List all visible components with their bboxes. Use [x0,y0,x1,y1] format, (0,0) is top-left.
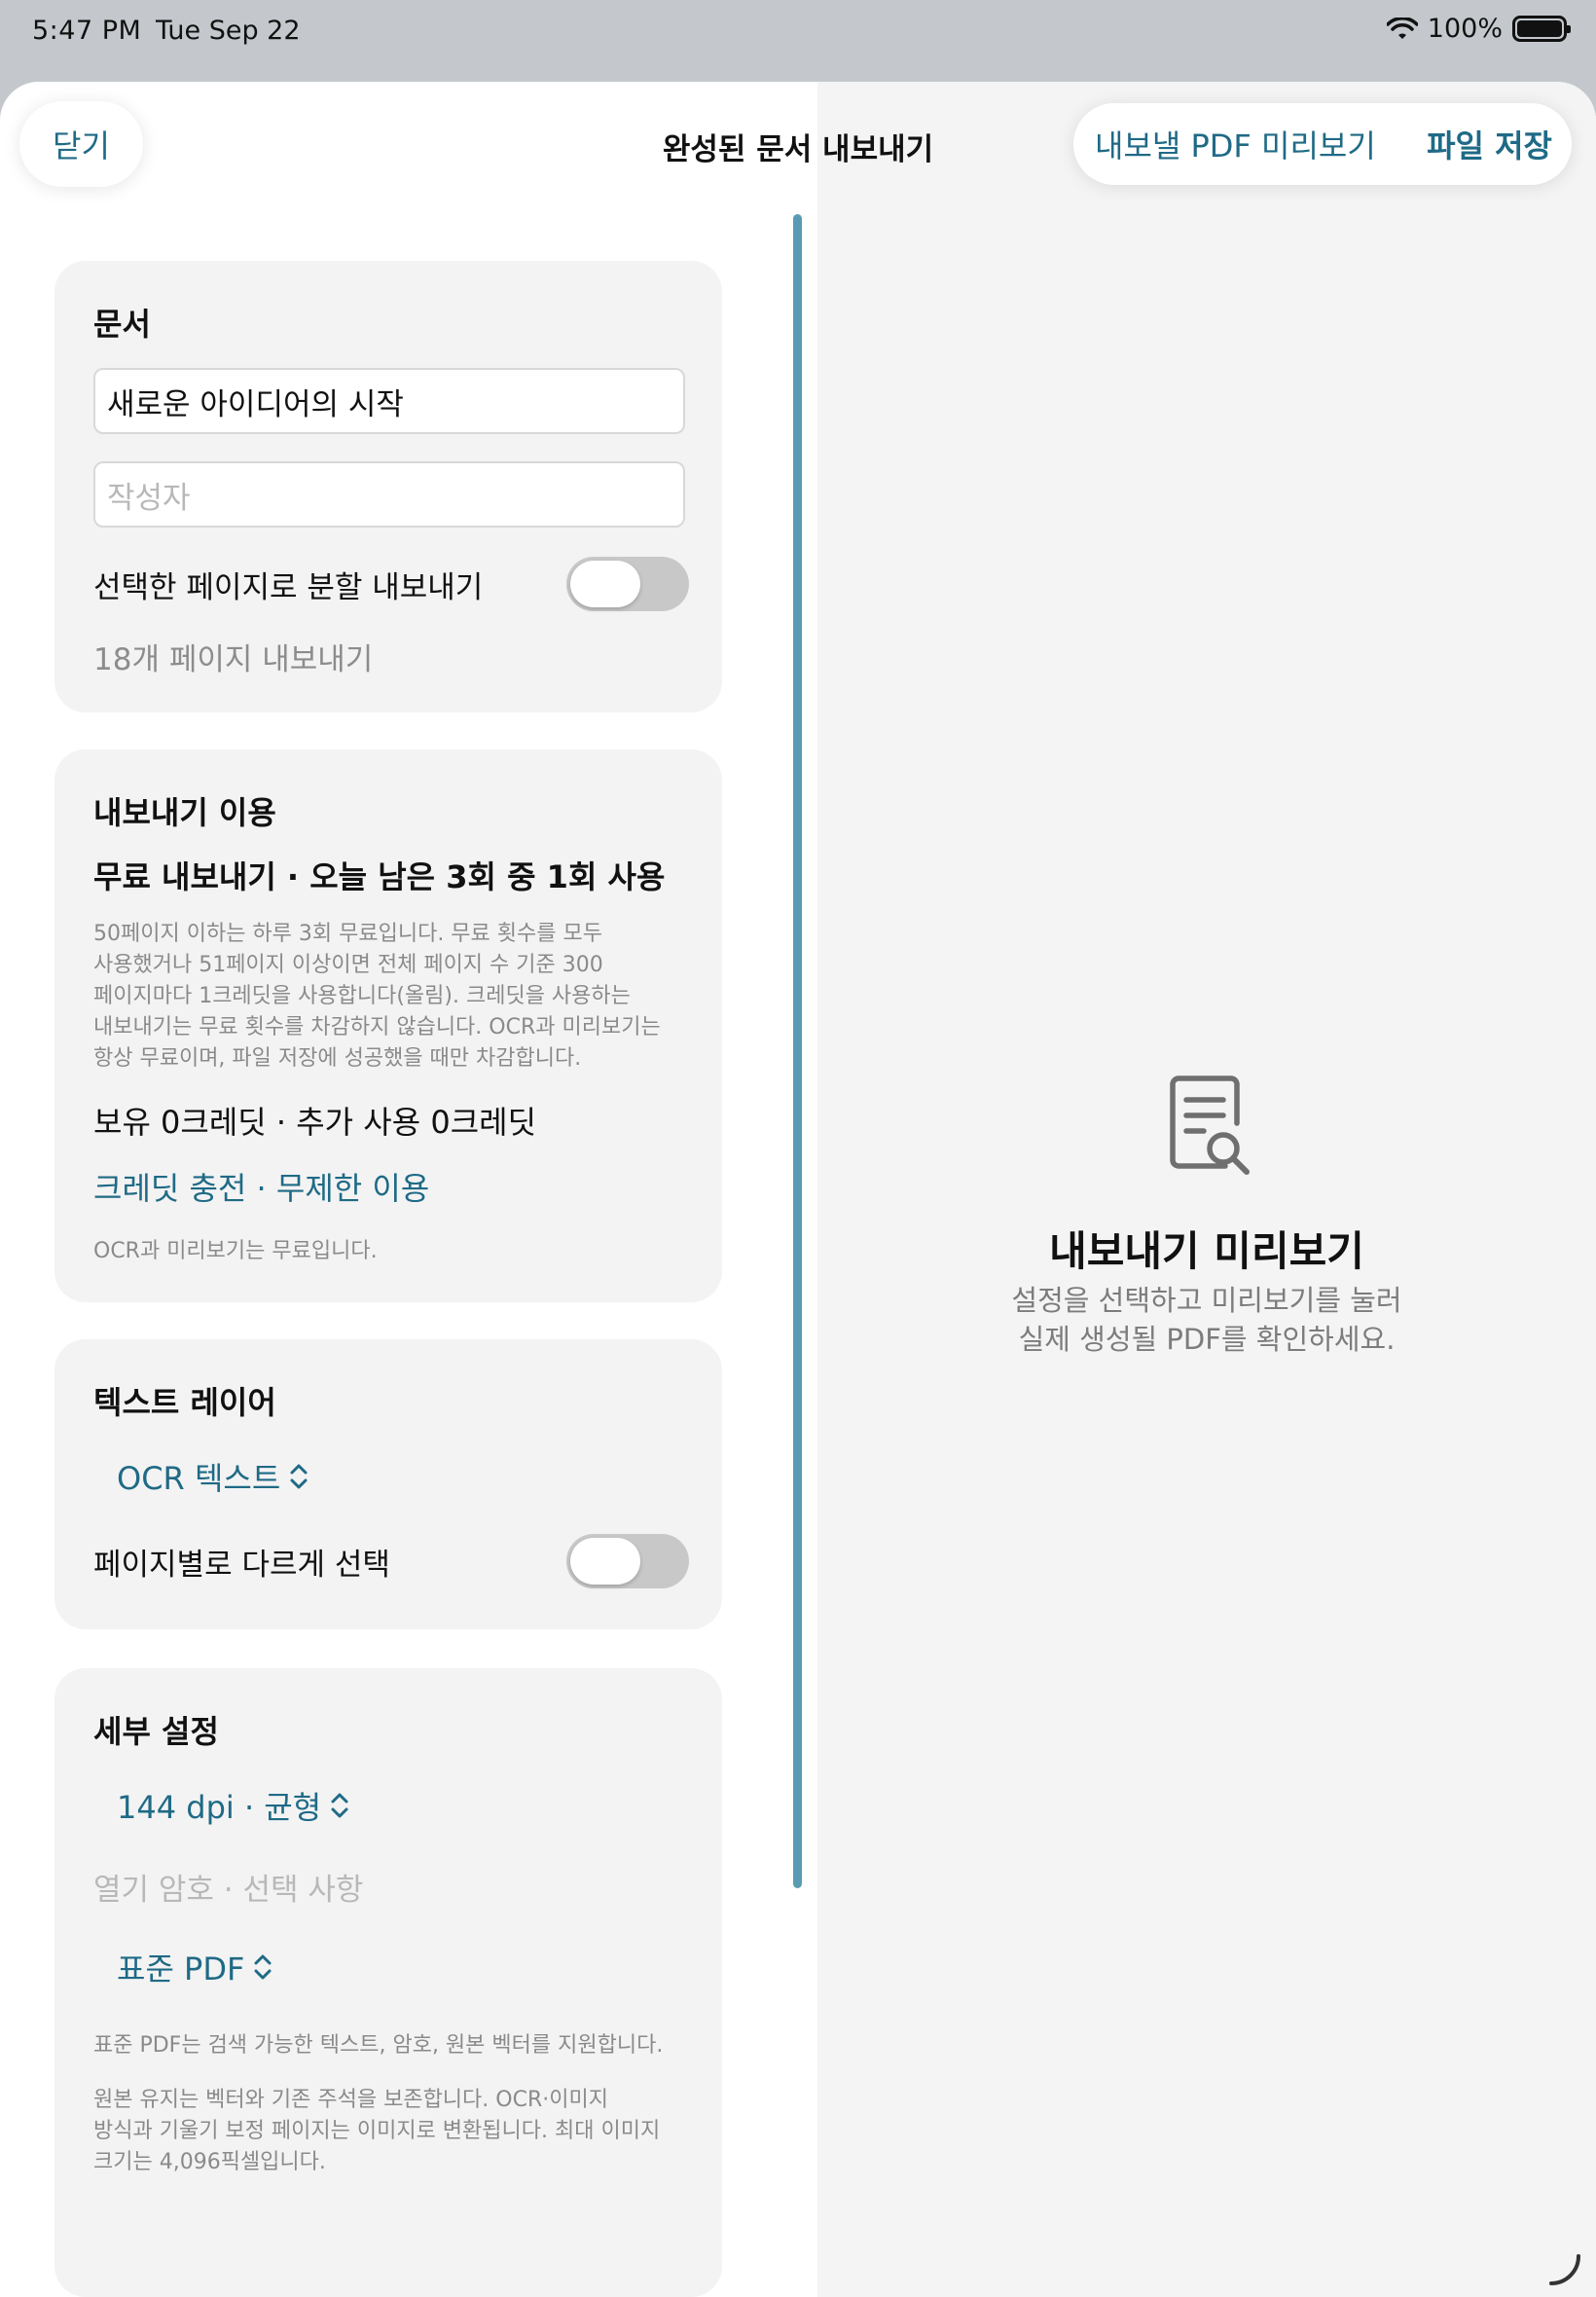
status-bar: 5:47 PM Tue Sep 22 100% [0,0,1596,82]
export-sheet: 문서 새로운 아이디어의 시작 작성자 선택한 페이지로 분할 내보내기 18개… [0,82,1596,2297]
settings-scrollbar[interactable] [793,214,802,1888]
quality-picker[interactable]: 144 dpi · 균형 [117,1783,350,1828]
text-layer-picker-value: OCR 텍스트 [117,1460,281,1497]
status-indicators: 100% [1386,14,1571,44]
nav-actions: 내보낼 PDF 미리보기 파일 저장 [1073,103,1572,185]
preview-pdf-button[interactable]: 내보낼 PDF 미리보기 [1095,122,1376,166]
preview-empty-title: 내보내기 미리보기 [1049,1227,1364,1275]
preview-empty-desc: 설정을 선택하고 미리보기를 눌러 실제 생성될 PDF를 확인하세요. [1011,1284,1402,1356]
split-export-toggle[interactable] [566,557,689,611]
author-field[interactable]: 작성자 [93,461,685,528]
details-card-title: 세부 설정 [93,1713,219,1750]
battery-icon [1512,16,1571,42]
status-date: Tue Sep 22 [156,16,301,46]
usage-card-title: 내보내기 이용 [93,794,276,831]
per-page-select-label: 페이지별로 다르게 선택 [93,1548,390,1583]
document-card-title: 문서 [93,306,151,343]
credit-status: 보유 0크레딧 · 추가 사용 0크레딧 [93,1104,537,1141]
details-card: 세부 설정 144 dpi · 균형 열기 암호 · 선택 사항 표준 PDF … [54,1668,722,2297]
per-page-select-toggle[interactable] [566,1534,689,1588]
chevron-up-down-icon [254,1954,272,1980]
wifi-icon [1386,17,1418,39]
chevron-up-down-icon [290,1464,308,1489]
preview-pane: 내보내기 미리보기 설정을 선택하고 미리보기를 눌러 실제 생성될 PDF를 … [817,82,1596,2297]
format-note: 표준 PDF는 검색 가능한 텍스트, 암호, 원본 벡터를 지원합니다. [93,2033,664,2058]
status-time: 5:47 PM [32,16,142,46]
text-layer-picker[interactable]: OCR 텍스트 [117,1454,309,1499]
free-note: OCR과 미리보기는 무료입니다. [93,1239,378,1263]
text-layer-card: 텍스트 레이어 OCR 텍스트 페이지별로 다르게 선택 [54,1339,722,1629]
resize-handle-icon[interactable] [1545,2248,1584,2287]
pages-count-label: 18개 페이지 내보내기 [93,642,374,677]
document-card: 문서 새로운 아이디어의 시작 작성자 선택한 페이지로 분할 내보내기 18개… [54,261,722,712]
chevron-up-down-icon [331,1793,348,1818]
save-file-button[interactable]: 파일 저장 [1427,122,1552,166]
split-export-label: 선택한 페이지로 분할 내보내기 [93,570,484,605]
quality-picker-value: 144 dpi · 균형 [117,1789,322,1826]
format-picker-value: 표준 PDF [117,1951,245,1987]
open-password-field[interactable]: 열기 암호 · 선택 사항 [93,1865,363,1909]
free-export-status: 무료 내보내기 · 오늘 남은 3회 중 1회 사용 [93,858,666,895]
usage-policy-text: 50페이지 이하는 하루 3회 무료입니다. 무료 횟수를 모두 사용했거나 5… [93,922,661,1071]
original-note: 원본 유지는 벡터와 기존 주석을 보존합니다. OCR·이미지 방식과 기울기… [93,2088,661,2174]
document-title-field[interactable]: 새로운 아이디어의 시작 [93,368,685,434]
text-layer-card-title: 텍스트 레이어 [93,1384,276,1421]
settings-pane: 문서 새로운 아이디어의 시작 작성자 선택한 페이지로 분할 내보내기 18개… [0,82,817,2297]
usage-card: 내보내기 이용 무료 내보내기 · 오늘 남은 3회 중 1회 사용 50페이지… [54,749,722,1302]
credit-recharge-link[interactable]: 크레딧 충전 · 무제한 이용 [93,1164,429,1209]
document-search-icon [1170,1076,1250,1175]
format-picker[interactable]: 표준 PDF [117,1945,273,1989]
battery-percent: 100% [1427,14,1503,44]
